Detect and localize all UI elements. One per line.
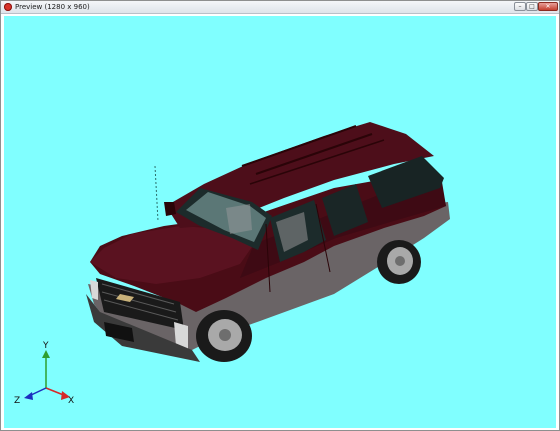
y-axis-label: Y: [42, 341, 49, 351]
app-icon: [4, 3, 12, 11]
z-axis-label: Z: [14, 396, 20, 406]
window-title: Preview (1280 x 960): [15, 3, 90, 11]
x-axis-label: X: [68, 396, 74, 406]
title-bar[interactable]: Preview (1280 x 960) – □ ✕: [1, 1, 559, 14]
preview-window: Preview (1280 x 960) – □ ✕ Y X Z: [0, 0, 560, 431]
suv-model: [86, 122, 450, 362]
3d-viewport[interactable]: Y X Z: [4, 16, 556, 428]
front-wheel: [196, 310, 252, 362]
rear-wheel: [377, 240, 421, 284]
axes-gizmo: Y X Z: [14, 341, 74, 406]
minimize-button[interactable]: –: [514, 2, 526, 11]
maximize-button[interactable]: □: [526, 2, 538, 11]
scene-canvas: Y X Z: [14, 122, 450, 406]
close-button[interactable]: ✕: [538, 2, 558, 11]
